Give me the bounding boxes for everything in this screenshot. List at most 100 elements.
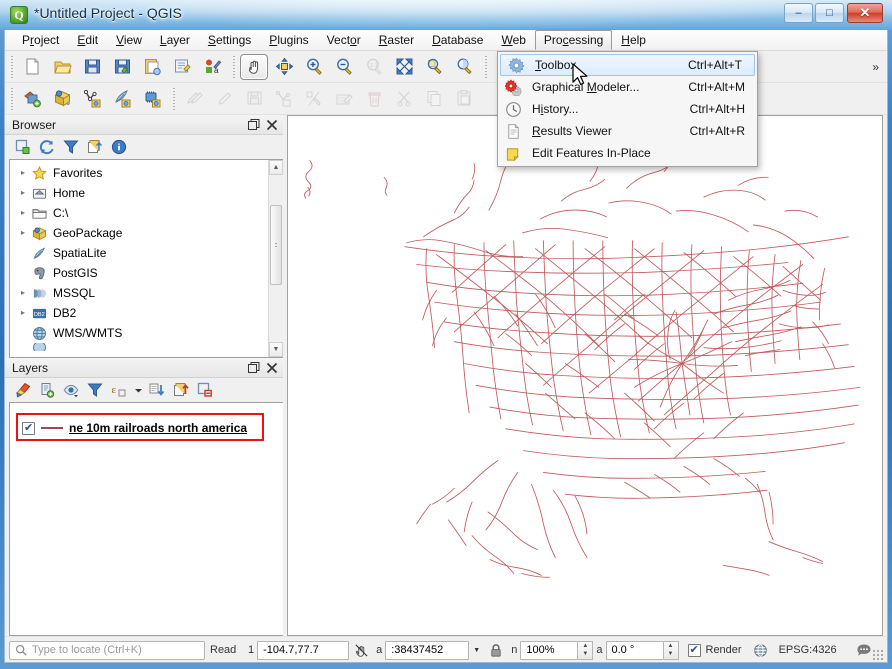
menu-item-graphical-modeler[interactable]: Graphical Modeler... Ctrl+Alt+M	[498, 76, 757, 98]
menu-item-history[interactable]: History... Ctrl+Alt+H	[498, 98, 757, 120]
crs-label[interactable]: EPSG:4326	[779, 644, 837, 656]
browser-item-c-drive[interactable]: ▸ C:\	[10, 203, 283, 223]
menu-database[interactable]: Database	[423, 30, 492, 50]
expand-all-icon[interactable]	[145, 379, 169, 401]
browser-item-spatialite[interactable]: SpatiaLite	[10, 243, 283, 263]
browser-item-mssql[interactable]: ▸ MSSQL	[10, 283, 283, 303]
menu-item-toolbox[interactable]: Toolbox Ctrl+Alt+T	[500, 54, 755, 76]
toolbar-handle[interactable]	[170, 88, 177, 110]
toolbar-handle[interactable]	[230, 56, 237, 78]
zoom-out-button[interactable]	[330, 54, 358, 80]
browser-item-favorites[interactable]: ▸ Favorites	[10, 163, 283, 183]
info-icon[interactable]	[107, 136, 131, 158]
menu-item-edit-features-in-place[interactable]: Edit Features In-Place	[498, 142, 757, 164]
open-project-button[interactable]	[48, 54, 76, 80]
expand-arrow-icon[interactable]: ▸	[16, 186, 30, 200]
style-brush-icon[interactable]	[11, 379, 35, 401]
toolbar-overflow-button[interactable]: »	[864, 60, 887, 74]
expand-arrow-icon[interactable]: ▸	[16, 166, 30, 180]
menu-project[interactable]: Project	[13, 30, 68, 50]
browser-item-geopackage[interactable]: ▸ GeoPackage	[10, 223, 283, 243]
new-print-layout-button[interactable]	[138, 54, 166, 80]
add-delimited-text-layer-button[interactable]	[78, 86, 106, 112]
browser-item-wms-wmts[interactable]: WMS/WMTS	[10, 323, 283, 343]
menu-help[interactable]: Help	[612, 30, 655, 50]
render-toggle[interactable]: Render	[688, 644, 742, 657]
add-spatialite-layer-button[interactable]	[108, 86, 136, 112]
pan-map-button[interactable]	[240, 54, 268, 80]
add-raster-layer-button[interactable]	[48, 86, 76, 112]
menu-vector[interactable]: Vector	[318, 30, 370, 50]
expand-arrow-icon[interactable]: ▸	[16, 306, 30, 320]
browser-float-button[interactable]	[245, 117, 263, 133]
chevron-down-icon[interactable]: ▼	[469, 641, 484, 660]
map-canvas-container[interactable]	[287, 115, 883, 636]
close-button[interactable]: ✕	[847, 3, 883, 23]
locate-search-input[interactable]: Type to locate (Ctrl+K)	[9, 641, 205, 660]
browser-item-partial[interactable]	[10, 343, 283, 351]
collapse-all-icon[interactable]	[169, 379, 193, 401]
style-manager-button[interactable]: a	[198, 54, 226, 80]
remove-layer-icon[interactable]	[193, 379, 217, 401]
menu-layer[interactable]: Layer	[151, 30, 199, 50]
menu-web[interactable]: Web	[492, 30, 534, 50]
zoom-full-button[interactable]	[390, 54, 418, 80]
expand-arrow-icon[interactable]: ▸	[16, 286, 30, 300]
lock-icon[interactable]	[484, 643, 508, 658]
layer-name[interactable]: ne 10m railroads north america	[69, 421, 247, 435]
new-project-button[interactable]	[18, 54, 46, 80]
browser-item-home[interactable]: ▸ Home	[10, 183, 283, 203]
add-layer-icon[interactable]	[11, 136, 35, 158]
expression-epsilon-icon[interactable]: ε	[107, 379, 131, 401]
crs-globe-icon[interactable]	[748, 643, 774, 658]
expression-dropdown-icon[interactable]	[131, 379, 145, 401]
resize-grip[interactable]	[872, 649, 884, 661]
magnifier-field[interactable]: 100%	[520, 641, 578, 660]
menu-view[interactable]: View	[107, 30, 151, 50]
expand-arrow-icon[interactable]: ▸	[16, 206, 30, 220]
toolbar-handle[interactable]	[8, 56, 15, 78]
save-project-button[interactable]	[78, 54, 106, 80]
toolbar-handle[interactable]	[482, 56, 489, 78]
browser-close-button[interactable]	[263, 117, 281, 133]
render-checkbox[interactable]	[688, 644, 701, 657]
menu-processing[interactable]: Processing	[535, 30, 612, 50]
add-vector-layer-button[interactable]	[18, 86, 46, 112]
rotation-stepper[interactable]: ▲▼	[664, 641, 679, 660]
filter-funnel-icon[interactable]	[59, 136, 83, 158]
add-group-icon[interactable]	[35, 379, 59, 401]
zoom-to-selection-button[interactable]	[420, 54, 448, 80]
scale-field[interactable]: :38437452	[385, 641, 469, 660]
layers-float-button[interactable]	[245, 360, 263, 376]
layer-visibility-checkbox[interactable]	[22, 422, 35, 435]
expand-arrow-icon[interactable]: ▸	[16, 226, 30, 240]
menu-plugins[interactable]: Plugins	[260, 30, 317, 50]
maximize-button[interactable]: □	[815, 3, 844, 23]
add-virtual-layer-button[interactable]	[138, 86, 166, 112]
menu-item-results-viewer[interactable]: Results Viewer Ctrl+Alt+R	[498, 120, 757, 142]
minimize-button[interactable]: –	[784, 3, 813, 23]
menu-raster[interactable]: Raster	[370, 30, 423, 50]
scroll-up-button[interactable]: ▲	[269, 160, 283, 175]
layers-tree-container[interactable]: ne 10m railroads north america	[9, 402, 283, 636]
pan-to-selection-button[interactable]	[270, 54, 298, 80]
browser-item-postgis[interactable]: PostGIS	[10, 263, 283, 283]
map-canvas[interactable]	[288, 116, 882, 598]
browser-tree-container[interactable]: ▸ Favorites ▸ Ho	[9, 159, 283, 358]
collapse-all-icon[interactable]	[83, 136, 107, 158]
zoom-in-button[interactable]	[300, 54, 328, 80]
layout-manager-button[interactable]	[168, 54, 196, 80]
refresh-icon[interactable]	[35, 136, 59, 158]
coordinate-field[interactable]: -104.7,77.7	[257, 641, 349, 660]
magnifier-stepper[interactable]: ▲▼	[578, 641, 593, 660]
layer-item[interactable]: ne 10m railroads north america	[10, 417, 283, 439]
menu-settings[interactable]: Settings	[199, 30, 260, 50]
scrollbar-thumb[interactable]	[270, 205, 282, 285]
layers-close-button[interactable]	[263, 360, 281, 376]
menu-edit[interactable]: Edit	[68, 30, 107, 50]
filter-funnel-icon[interactable]	[83, 379, 107, 401]
scroll-down-button[interactable]: ▼	[269, 342, 283, 357]
browser-item-db2[interactable]: ▸ DB2 DB2	[10, 303, 283, 323]
toolbar-handle[interactable]	[8, 88, 15, 110]
rotation-field[interactable]: 0.0 °	[606, 641, 664, 660]
